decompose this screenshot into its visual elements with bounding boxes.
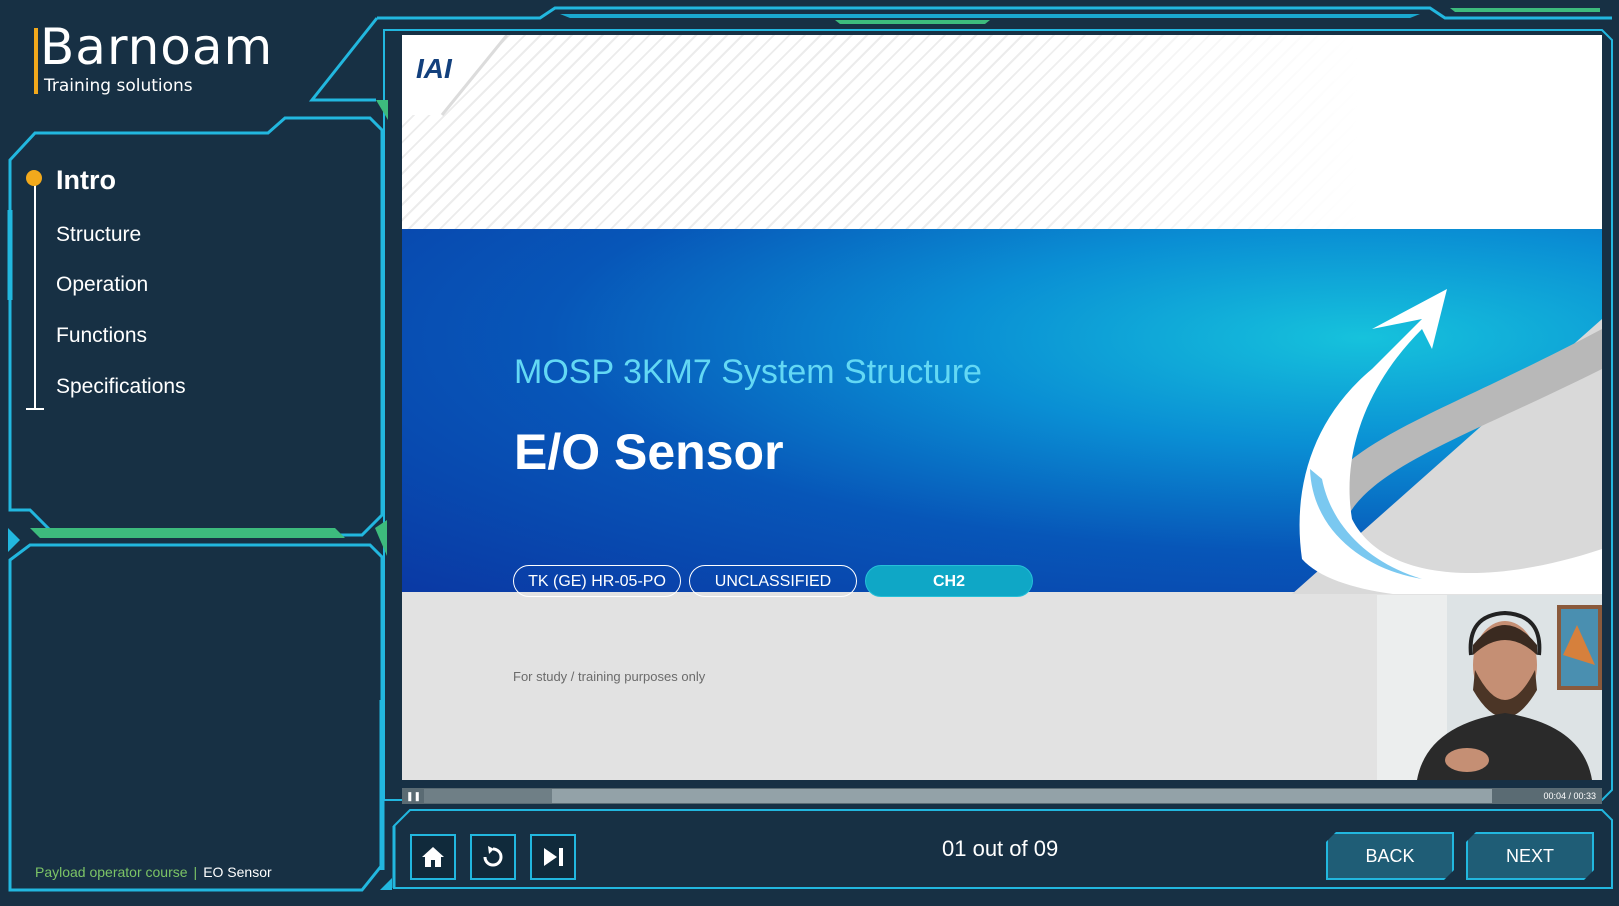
breadcrumb: Payload operator course | EO Sensor bbox=[35, 864, 272, 880]
back-button[interactable]: BACK bbox=[1326, 832, 1454, 880]
home-icon bbox=[422, 847, 444, 867]
home-button[interactable] bbox=[410, 834, 456, 880]
tag-classification: UNCLASSIFIED bbox=[689, 565, 857, 597]
sidebar-item-structure[interactable]: Structure bbox=[56, 223, 141, 247]
skip-end-icon bbox=[544, 848, 563, 866]
brand-name: Barnoam bbox=[40, 18, 274, 76]
video-progress-fill bbox=[424, 789, 552, 803]
slide-video[interactable]: IAI MOSP 3KM7 System Structure E/O Senso… bbox=[402, 35, 1602, 780]
brand-tagline: Training solutions bbox=[44, 76, 193, 96]
video-progress-bar[interactable] bbox=[424, 789, 1492, 803]
sidebar-item-intro[interactable]: Intro bbox=[56, 165, 116, 196]
logo-bar bbox=[34, 28, 38, 94]
slide-title: E/O Sensor bbox=[514, 424, 784, 480]
active-chapter-dot bbox=[26, 170, 42, 186]
slide-subtitle: MOSP 3KM7 System Structure bbox=[514, 353, 982, 391]
presenter-webcam bbox=[1377, 595, 1602, 780]
tag-doc-code: TK (GE) HR-05-PO bbox=[513, 565, 681, 597]
chapter-nav: Intro Structure Operation Functions Spec… bbox=[20, 160, 360, 420]
breadcrumb-separator: | bbox=[193, 864, 198, 880]
slide-footnote: For study / training purposes only bbox=[513, 669, 706, 684]
pause-icon[interactable]: ❚❚ bbox=[406, 790, 421, 802]
nav-track-end bbox=[26, 408, 44, 410]
sidebar-item-specifications[interactable]: Specifications bbox=[56, 375, 186, 399]
page-counter: 01 out of 09 bbox=[942, 836, 1059, 861]
skip-button[interactable] bbox=[530, 834, 576, 880]
video-control-bar: ❚❚ 00:04 / 00:33 bbox=[402, 788, 1602, 804]
iai-logo: IAI bbox=[416, 53, 452, 84]
next-button[interactable]: NEXT bbox=[1466, 832, 1594, 880]
nav-track-line bbox=[34, 178, 36, 410]
swoosh-graphic bbox=[1292, 289, 1602, 594]
slide-header-fade bbox=[1002, 35, 1602, 229]
sidebar-item-operation[interactable]: Operation bbox=[56, 273, 148, 297]
video-time: 00:04 / 00:33 bbox=[1543, 791, 1596, 801]
replay-icon bbox=[483, 846, 503, 867]
sidebar-item-functions[interactable]: Functions bbox=[56, 324, 147, 348]
replay-button[interactable] bbox=[470, 834, 516, 880]
breadcrumb-page: EO Sensor bbox=[203, 864, 272, 880]
tag-chapter: CH2 bbox=[865, 565, 1033, 597]
breadcrumb-course: Payload operator course bbox=[35, 864, 188, 880]
